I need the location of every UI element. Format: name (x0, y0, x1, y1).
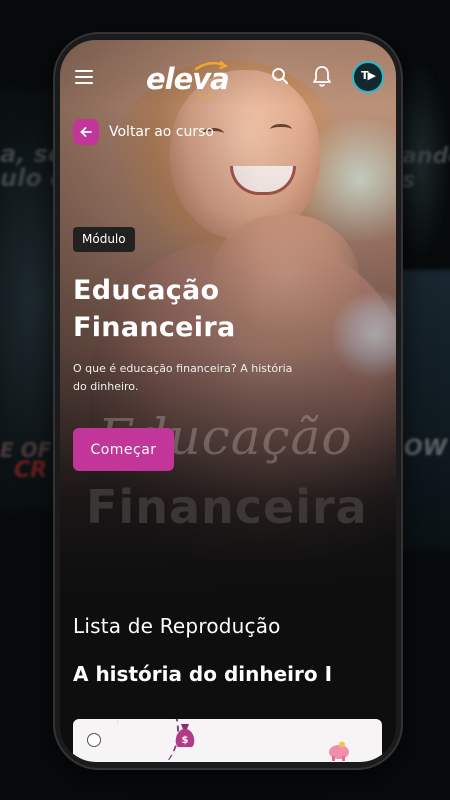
background-text: CR (14, 458, 48, 483)
logo-subtext: MAIS (198, 94, 215, 100)
start-button[interactable]: Começar (73, 428, 174, 471)
playlist-heading: Lista de Reprodução (73, 614, 281, 638)
avatar[interactable]: T▶ (352, 61, 384, 93)
page-title: Educação Financeira (73, 275, 236, 343)
background-text: ando (402, 144, 450, 169)
back-label: Voltar ao curso (109, 124, 214, 140)
svg-text:$: $ (182, 735, 189, 746)
current-lesson-title: A história do dinheiro I (73, 662, 333, 686)
app-screen: Educação Financeira eleva MAIS T▶ Voltar… (60, 40, 396, 762)
avatar-initials: T▶ (361, 69, 376, 82)
lesson-radio[interactable] (87, 733, 101, 747)
back-to-course-link[interactable]: Voltar ao curso (73, 118, 214, 146)
module-description: O que é educação financeira? A história … (73, 362, 293, 393)
lesson-card[interactable]: $ (73, 719, 382, 762)
top-bar: eleva MAIS T▶ (60, 40, 396, 112)
app-logo[interactable]: eleva MAIS (146, 60, 232, 100)
piggy-bank-icon (329, 741, 349, 761)
logo-text: eleva (146, 62, 230, 96)
hero-watermark-bold: Financeira (86, 480, 368, 534)
bell-icon[interactable] (311, 64, 333, 88)
money-bag-icon: $ (175, 724, 195, 747)
dashed-path-decoration (117, 719, 179, 762)
background-text: OW (404, 436, 447, 461)
arrow-left-icon (80, 127, 92, 137)
module-badge: Módulo (73, 227, 135, 252)
search-icon[interactable] (270, 66, 290, 86)
hamburger-menu-icon[interactable] (75, 70, 93, 84)
background-text: s (402, 168, 416, 193)
back-button[interactable] (73, 119, 99, 145)
